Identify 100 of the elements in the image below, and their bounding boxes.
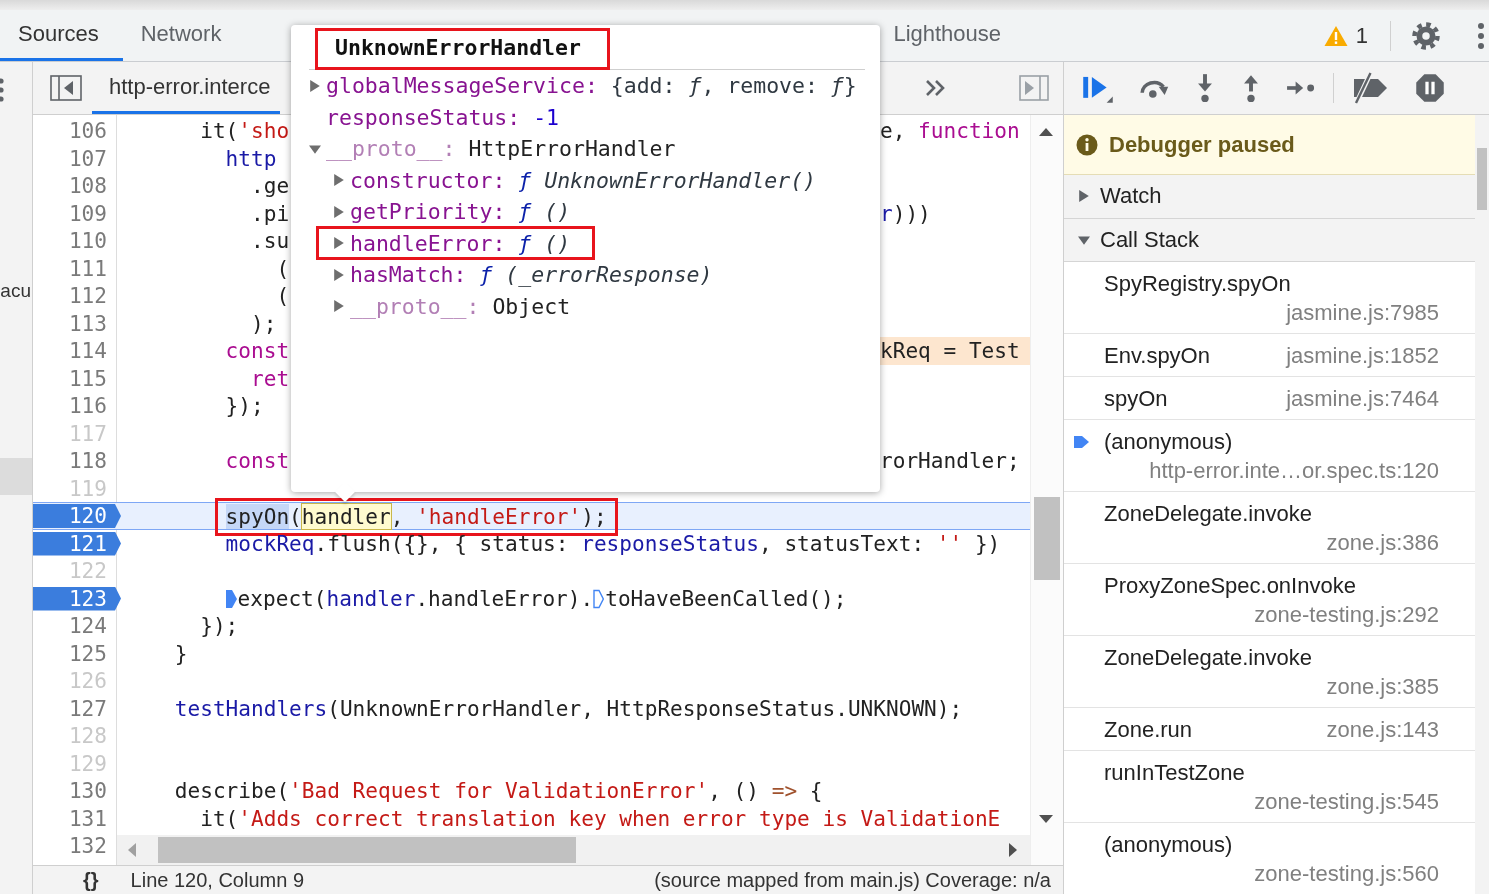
property-entry[interactable]: globalMessageService: {add: ƒ, remove: ƒ}: [326, 70, 857, 102]
line-number[interactable]: 114: [33, 337, 117, 365]
call-frame[interactable]: Zone.run zone.js:143: [1064, 708, 1475, 751]
line-number[interactable]: 124: [33, 612, 117, 640]
horizontal-scrollbar[interactable]: [117, 835, 1030, 865]
line-number[interactable]: 112: [33, 282, 117, 310]
expand-arrow-icon[interactable]: [309, 79, 321, 92]
code-line: const: [225, 448, 290, 473]
pause-exceptions-icon[interactable]: [1415, 73, 1445, 103]
line-number[interactable]: 113: [33, 309, 117, 337]
frame-location[interactable]: zone-testing.js:560: [1254, 858, 1439, 888]
right-arrow-icon[interactable]: [1008, 843, 1018, 857]
frame-location[interactable]: http-error.inte…or.spec.ts:120: [1149, 455, 1439, 485]
scrollbar-thumb[interactable]: [158, 837, 576, 863]
more-icon[interactable]: [0, 78, 6, 102]
frame-location[interactable]: jasmine.js:1852: [1286, 340, 1439, 370]
vertical-scrollbar[interactable]: [1475, 115, 1489, 894]
expand-arrow-icon[interactable]: [333, 300, 345, 313]
property-entry[interactable]: getPriority: ƒ (): [350, 196, 571, 228]
scrollbar-thumb[interactable]: [1477, 148, 1487, 210]
code-line: ret: [251, 365, 290, 391]
frame-location[interactable]: zone-testing.js:545: [1254, 786, 1439, 816]
code-line: (: [276, 255, 290, 281]
line-number[interactable]: 109: [33, 199, 117, 227]
line-number[interactable]: 127: [33, 694, 117, 722]
code-line: });: [225, 393, 264, 418]
frame-name: ZoneDelegate.invoke: [1104, 643, 1312, 672]
pretty-print-button[interactable]: {}: [83, 869, 99, 894]
line-number[interactable]: 111: [33, 254, 117, 282]
frame-name: ZoneDelegate.invoke: [1104, 499, 1312, 528]
frame-location[interactable]: jasmine.js:7464: [1286, 383, 1439, 413]
more-icon[interactable]: [1477, 21, 1485, 50]
property-entry[interactable]: responseStatus: -1: [326, 101, 559, 133]
breakpoint-marker[interactable]: 123: [33, 586, 121, 611]
line-number[interactable]: 106: [33, 117, 117, 145]
code-line: r))): [880, 199, 932, 227]
line-number[interactable]: 118: [33, 447, 117, 475]
property-entry[interactable]: __proto__: HttpErrorHandler: [326, 133, 676, 165]
down-arrow-icon[interactable]: [1039, 814, 1053, 824]
expand-arrow-icon[interactable]: [333, 268, 345, 281]
line-number[interactable]: 110: [33, 227, 117, 255]
property-entry[interactable]: hasMatch: ƒ (_errorResponse): [350, 259, 713, 291]
frame-name: (anonymous): [1104, 830, 1233, 859]
line-number[interactable]: 115: [33, 364, 117, 392]
navigator-item[interactable]: acu: [0, 280, 32, 302]
property-entry[interactable]: handleError: ƒ (): [350, 227, 571, 259]
line-number[interactable]: 116: [33, 392, 117, 420]
sidebar-toggle-icon[interactable]: [1019, 75, 1049, 101]
line-number[interactable]: 107: [33, 144, 117, 172]
code-line: it('sho: [200, 118, 290, 143]
code-line: e, function: [880, 117, 1021, 145]
frame-location[interactable]: zone-testing.js:292: [1254, 599, 1439, 629]
line-number[interactable]: 132: [33, 832, 117, 860]
code-line: spyOn(handler, 'handleError');: [225, 504, 607, 529]
frame-location[interactable]: jasmine.js:7985: [1286, 297, 1439, 327]
property-entry[interactable]: constructor: ƒ UnknownErrorHandler(): [350, 164, 817, 196]
expand-arrow-icon[interactable]: [1078, 233, 1090, 246]
double-chevron-icon[interactable]: [925, 78, 947, 98]
section-header[interactable]: Call Stack: [1064, 218, 1475, 262]
frame-location[interactable]: zone.js:143: [1326, 714, 1439, 744]
code-line: .su: [251, 228, 290, 253]
code-line: });: [200, 613, 239, 638]
code-line: describe('Bad Request for ValidationError', () => {: [174, 778, 823, 803]
line-number[interactable]: 125: [33, 639, 117, 667]
property-entry[interactable]: __proto__: Object: [350, 290, 571, 322]
expand-arrow-icon[interactable]: [309, 142, 321, 155]
breakpoint-marker[interactable]: 120: [33, 504, 121, 528]
breakpoint-marker[interactable]: 121: [33, 531, 121, 556]
source-map-info: (source mapped from main.js) Coverage: n/a: [654, 869, 1051, 893]
expand-arrow-icon[interactable]: [333, 237, 345, 250]
frame-name: Env.spyOn: [1104, 341, 1210, 370]
scrollbar-thumb[interactable]: [1034, 497, 1060, 580]
frame-name: spyOn: [1104, 384, 1168, 413]
call-frame[interactable]: Env.spyOn jasmine.js:1852: [1064, 334, 1475, 377]
frame-name: (anonymous): [1104, 427, 1233, 456]
frame-location[interactable]: zone.js:386: [1326, 527, 1439, 557]
line-number[interactable]: 130: [33, 777, 117, 805]
sidebar-toggle-icon[interactable]: [50, 75, 82, 101]
code-line: testHandlers(UnknownErrorHandler, HttpResponseStatus.UNKNOWN);: [174, 695, 963, 721]
line-number[interactable]: 131: [33, 804, 117, 832]
issue-count[interactable]: 1: [1355, 22, 1368, 49]
code-line: http: [225, 145, 277, 171]
tab[interactable]: Network: [122, 10, 246, 61]
up-arrow-icon[interactable]: [1039, 127, 1053, 137]
line-number[interactable]: 108: [33, 172, 117, 200]
cursor-position: Line 120, Column 9: [130, 869, 305, 893]
expand-arrow-icon[interactable]: [333, 174, 345, 187]
tab[interactable]: Lighthouse: [875, 10, 1026, 61]
code-line: mockReq.flush({}, { status: responseStatus, statusText: '' }): [225, 530, 1001, 556]
expand-arrow-icon[interactable]: [333, 205, 345, 218]
code-line: it('Adds correct translation key when error type is ValidationE: [200, 805, 1001, 831]
row-highlight: [0, 458, 32, 495]
call-frame[interactable]: spyOn jasmine.js:7464: [1064, 377, 1475, 420]
section-header[interactable]: Watch: [1064, 175, 1475, 219]
settings-icon[interactable]: [1411, 20, 1441, 51]
code-line: }: [174, 640, 188, 666]
expand-arrow-icon[interactable]: [1078, 190, 1090, 203]
info-icon: [1076, 133, 1098, 156]
vertical-scrollbar[interactable]: [1030, 115, 1063, 865]
frame-location[interactable]: zone.js:385: [1326, 671, 1439, 701]
